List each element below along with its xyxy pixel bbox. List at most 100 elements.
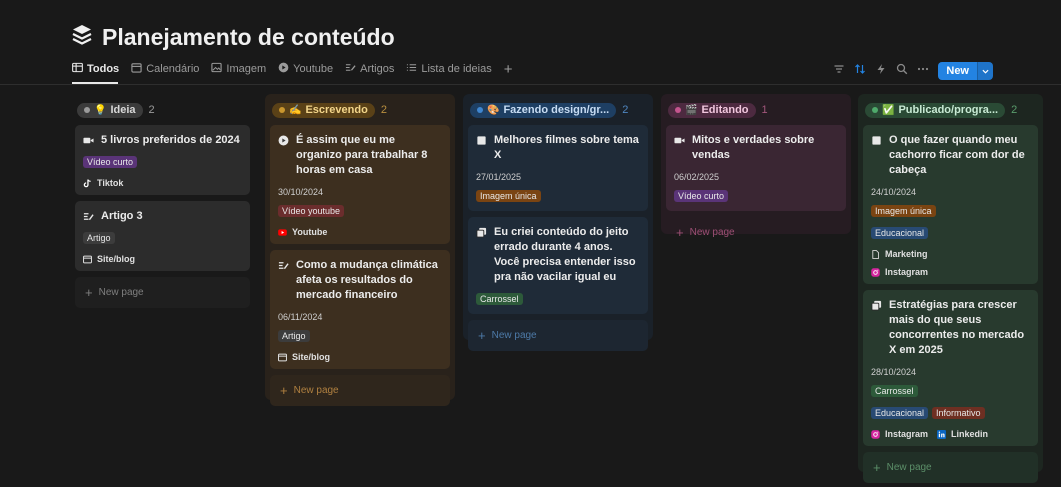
- page-icon: [871, 249, 880, 259]
- tab-lista-de-ideias[interactable]: Lista de ideias: [406, 62, 492, 76]
- play-icon: [278, 62, 289, 76]
- new-page-label: New page: [491, 330, 537, 341]
- card-date: 30/10/2024: [278, 187, 324, 197]
- card-title: Artigo 3: [83, 209, 242, 224]
- status-pill: ✍ Escrevendo: [272, 102, 375, 118]
- new-page-label: New page: [98, 287, 144, 298]
- card-title: Mitos e verdades sobre vendas: [674, 133, 838, 163]
- chevron-down-icon[interactable]: [977, 62, 993, 80]
- tab-label: Todos: [87, 63, 120, 75]
- tag-badge: Imagem única: [871, 205, 936, 217]
- board-card[interactable]: É assim que eu me organizo para trabalha…: [270, 125, 450, 244]
- status-dot-icon: [84, 107, 90, 113]
- browser-icon: [278, 353, 287, 362]
- search-icon[interactable]: [896, 62, 908, 80]
- tab-calendario[interactable]: Calendário: [131, 62, 199, 76]
- new-button-label[interactable]: New: [938, 62, 977, 80]
- status-label: Publicado/progra...: [898, 104, 999, 116]
- filter-icon[interactable]: [833, 62, 845, 80]
- card-title: Como a mudança climática afeta os result…: [278, 258, 442, 303]
- board-card[interactable]: 5 livros preferidos de 2024 Vídeo curto Ti…: [75, 125, 250, 195]
- card-title: Estratégias para crescer mais do que seu…: [871, 298, 1030, 358]
- card-property-text: Tiktok: [97, 178, 124, 188]
- card-title-text: 5 livros preferidos de 2024: [101, 134, 240, 146]
- board-card[interactable]: O que fazer quando meu cachorro ficar co…: [863, 125, 1038, 284]
- status-pill: 🎨 Fazendo design/gr...: [470, 102, 617, 118]
- new-page-button[interactable]: + New page: [270, 375, 450, 406]
- column-header[interactable]: 🎬 Editando 1: [668, 101, 846, 119]
- board-column: ✅ Publicado/progra... 2 O que fazer quando …: [858, 94, 1043, 483]
- board-card[interactable]: Eu criei conteúdo do jeito errado durant…: [468, 217, 648, 314]
- board-card[interactable]: Estratégias para crescer mais do que seu…: [863, 290, 1038, 446]
- card-property: Instagram Linkedin: [871, 429, 1030, 439]
- tag-badge: Educacional: [871, 407, 929, 419]
- card-title: Melhores filmes sobre tema X: [476, 133, 640, 163]
- play-icon: [278, 133, 289, 178]
- new-page-label: New page: [293, 385, 339, 396]
- card-date: 06/02/2025: [674, 172, 720, 182]
- tab-artigos[interactable]: Artigos: [345, 62, 394, 76]
- status-dot-icon: [477, 107, 483, 113]
- tag-badge: Carrossel: [476, 293, 523, 305]
- more-icon[interactable]: [917, 62, 929, 80]
- status-emoji-icon: ✅: [882, 104, 895, 116]
- board-card[interactable]: Melhores filmes sobre tema X 27/01/2025 Im…: [468, 125, 648, 211]
- tab-youtube[interactable]: Youtube: [278, 62, 333, 76]
- new-page-label: New page: [886, 462, 932, 473]
- tag-badge: Educacional: [871, 227, 929, 239]
- board-column: 🎨 Fazendo design/gr... 2 Melhores filmes so…: [463, 94, 653, 351]
- card-title: 5 livros preferidos de 2024: [83, 133, 242, 148]
- card-property: Site/blog: [83, 254, 242, 264]
- add-view-icon[interactable]: +: [504, 62, 513, 77]
- new-page-button[interactable]: + New page: [468, 320, 648, 351]
- list-icon: [406, 62, 417, 76]
- tag-badge: Carrossel: [871, 385, 918, 397]
- instagram-icon: [871, 429, 880, 439]
- card-title-text: Eu criei conteúdo do jeito errado durant…: [494, 226, 636, 283]
- column-header[interactable]: ✅ Publicado/progra... 2: [865, 101, 1038, 119]
- card-property-text: Marketing: [885, 249, 928, 259]
- new-page-button[interactable]: + New page: [666, 217, 846, 248]
- sort-icon[interactable]: [854, 62, 866, 80]
- column-header[interactable]: ✍ Escrevendo 2: [272, 101, 450, 119]
- tag-badge: Informativo: [932, 407, 985, 419]
- status-emoji-icon: 💡: [94, 104, 107, 116]
- tab-imagem[interactable]: Imagem: [211, 62, 266, 76]
- column-count: 2: [380, 104, 387, 116]
- tag-badge: Imagem única: [476, 190, 541, 202]
- card-title-text: Artigo 3: [101, 210, 143, 222]
- video-icon: [674, 133, 685, 163]
- column-count: 2: [1011, 104, 1018, 116]
- square-icon: [871, 133, 882, 178]
- board-card[interactable]: Como a mudança climática afeta os result…: [270, 250, 450, 369]
- plus-icon: +: [478, 328, 486, 343]
- automation-icon[interactable]: [875, 62, 887, 80]
- tag-badge: Vídeo youtube: [278, 205, 345, 217]
- board-column: 🎬 Editando 1 Mitos e verdades sobre vendas 0…: [661, 94, 851, 240]
- new-page-button[interactable]: + New page: [75, 277, 250, 308]
- status-pill: ✅ Publicado/progra...: [865, 102, 1006, 118]
- card-property: Instagram: [871, 267, 1030, 277]
- new-button[interactable]: New: [938, 62, 993, 80]
- status-dot-icon: [872, 107, 878, 113]
- status-dot-icon: [279, 107, 285, 113]
- tag-badge: Artigo: [83, 232, 115, 244]
- carousel-icon: [476, 225, 487, 285]
- view-toolbar: New: [833, 62, 993, 80]
- pen-lines-icon: [278, 258, 289, 303]
- youtube-icon: [278, 228, 287, 237]
- board-card[interactable]: Artigo 3 Artigo Site/blog: [75, 201, 250, 271]
- board-card[interactable]: Mitos e verdades sobre vendas 06/02/2025 V…: [666, 125, 846, 211]
- video-icon: [83, 133, 94, 148]
- board-column: 💡 Ideia 2 5 livros preferidos de 2024 Vídeo …: [70, 94, 255, 318]
- new-page-button[interactable]: + New page: [863, 452, 1038, 483]
- status-label: Fazendo design/gr...: [503, 104, 610, 116]
- column-header[interactable]: 💡 Ideia 2: [77, 101, 250, 119]
- card-title: Eu criei conteúdo do jeito errado durant…: [476, 225, 640, 285]
- column-header[interactable]: 🎨 Fazendo design/gr... 2: [470, 101, 648, 119]
- tag-badge: Artigo: [278, 330, 310, 342]
- status-emoji-icon: 🎨: [487, 104, 500, 116]
- tab-todos[interactable]: Todos: [72, 62, 119, 76]
- card-date: 28/10/2024: [871, 367, 917, 377]
- status-label: Editando: [701, 104, 749, 116]
